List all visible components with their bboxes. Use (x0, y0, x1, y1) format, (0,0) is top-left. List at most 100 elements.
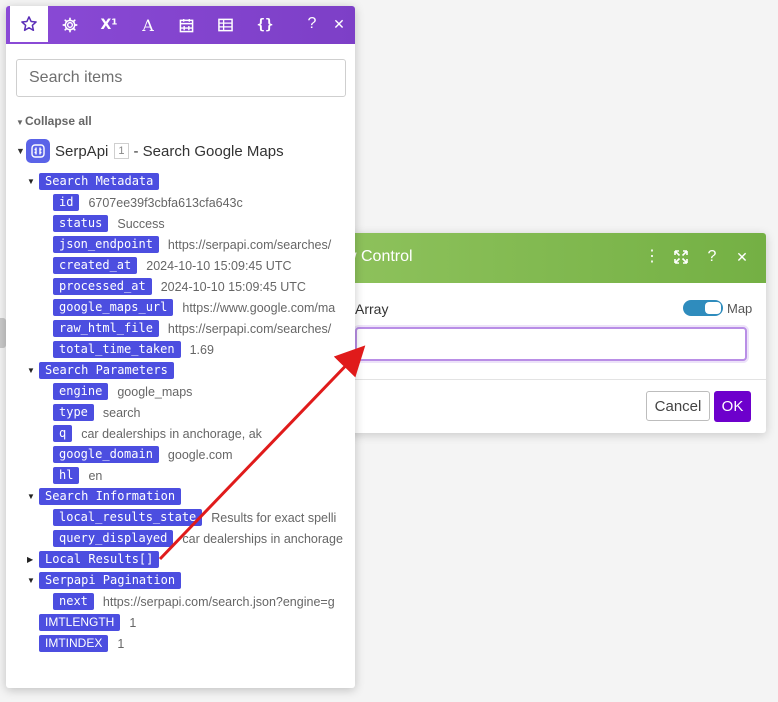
close-icon[interactable]: ✕ (329, 14, 349, 34)
item-key[interactable]: processed_at (53, 278, 152, 295)
group-label[interactable]: Search Parameters (39, 362, 174, 379)
item-key[interactable]: raw_html_file (53, 320, 159, 337)
list-item[interactable]: google_maps_url https://www.google.com/ma (53, 299, 339, 316)
item-value: car dealerships in anchorage (182, 531, 343, 546)
item-value: 1.69 (189, 342, 214, 357)
item-key[interactable]: local_results_state (53, 509, 203, 526)
item-value: 1 (117, 636, 125, 651)
help-icon[interactable]: ? (700, 245, 724, 269)
mapping-panel: X¹ A {} ? ✕ ▼Collapse all ▼ SerpApi 1 - … (6, 6, 355, 688)
list-item[interactable]: query_displayed car dealerships in anchor… (53, 530, 345, 547)
toggle-knob (705, 302, 721, 314)
item-value: 2024-10-10 15:09:45 UTC (160, 279, 306, 294)
serpapi-logo-icon (26, 139, 50, 163)
module-title: - Search Google Maps (133, 142, 284, 160)
item-value: google_maps (117, 384, 193, 399)
tab-text[interactable]: A (129, 6, 167, 44)
list-item[interactable]: id 6707ee39f3cbfa613cfa643c (53, 194, 243, 211)
item-value: 1 (129, 615, 137, 630)
search-input[interactable] (16, 59, 346, 97)
table-icon (217, 18, 233, 32)
list-item[interactable]: raw_html_file https://serpapi.com/searche… (53, 320, 344, 337)
collapse-all-label: Collapse all (25, 114, 92, 128)
tab-favorites[interactable] (10, 6, 48, 44)
list-item[interactable]: created_at 2024-10-10 15:09:45 UTC (53, 257, 291, 274)
item-key[interactable]: google_maps_url (53, 299, 174, 316)
module-name: SerpApi (55, 142, 109, 160)
list-item[interactable]: status Success (53, 215, 165, 232)
group-local-results[interactable]: ▶ Local Results[] (27, 551, 160, 568)
module-badge: 1 (114, 143, 129, 159)
array-field-label: Array (355, 301, 389, 317)
flow-control-dialog: w Control ⋮ ? ✕ Array Map Cancel OK (340, 233, 766, 433)
group-serpapi-pagination[interactable]: ▼ Serpapi Pagination (27, 572, 182, 589)
tab-general[interactable] (51, 6, 89, 44)
item-key[interactable]: hl (53, 467, 80, 484)
item-value: en (88, 468, 103, 483)
module-serpapi[interactable]: ▼ SerpApi 1 - Search Google Maps (16, 139, 284, 163)
list-item-imtlength[interactable]: IMTLENGTH 1 (39, 614, 136, 631)
item-value: https://www.google.com/ma (182, 300, 336, 315)
item-key[interactable]: google_domain (53, 446, 159, 463)
list-item[interactable]: total_time_taken 1.69 (53, 341, 214, 358)
calendar-icon (179, 18, 193, 32)
item-key[interactable]: status (53, 215, 109, 232)
list-item[interactable]: processed_at 2024-10-10 15:09:45 UTC (53, 278, 306, 295)
item-key[interactable]: total_time_taken (53, 341, 181, 358)
item-key[interactable]: next (53, 593, 94, 610)
item-key[interactable]: engine (53, 383, 109, 400)
tab-date[interactable] (167, 6, 205, 44)
collapse-all-link[interactable]: ▼Collapse all (16, 114, 92, 128)
array-input[interactable] (355, 327, 747, 361)
dialog-title: w Control (345, 248, 413, 265)
map-toggle[interactable] (683, 300, 723, 316)
item-value: Success (117, 216, 165, 231)
menu-icon[interactable]: ⋮ (640, 245, 664, 269)
group-label[interactable]: Search Metadata (39, 173, 160, 190)
item-value: car dealerships in anchorage, ak (81, 426, 262, 441)
item-value: search (102, 405, 141, 420)
group-search-metadata[interactable]: ▼ Search Metadata (27, 173, 160, 190)
item-key[interactable]: IMTINDEX (39, 635, 109, 652)
item-key[interactable]: IMTLENGTH (39, 614, 121, 631)
tab-functions[interactable]: {} (246, 6, 284, 44)
group-label[interactable]: Search Information (39, 488, 182, 505)
list-item[interactable]: q car dealerships in anchorage, ak (53, 425, 262, 442)
tab-math[interactable]: X¹ (90, 6, 128, 44)
group-search-information[interactable]: ▼ Search Information (27, 488, 182, 505)
caret-down-icon: ▼ (16, 118, 24, 127)
group-label[interactable]: Local Results[] (39, 551, 160, 568)
cancel-button[interactable]: Cancel (646, 391, 710, 421)
item-value: 6707ee39f3cbfa613cfa643c (88, 195, 243, 210)
caret-down-icon: ▼ (16, 146, 25, 156)
list-item[interactable]: hl en (53, 467, 102, 484)
help-icon[interactable]: ? (302, 14, 322, 34)
close-icon[interactable]: ✕ (730, 245, 754, 269)
list-item-imtindex[interactable]: IMTINDEX 1 (39, 635, 124, 652)
item-key[interactable]: q (53, 425, 73, 442)
item-key[interactable]: created_at (53, 257, 138, 274)
item-value: google.com (167, 447, 233, 462)
ok-button[interactable]: OK (714, 391, 751, 422)
caret-down-icon: ▼ (27, 576, 35, 585)
list-item[interactable]: engine google_maps (53, 383, 192, 400)
list-item[interactable]: local_results_state Results for exact spe… (53, 509, 346, 526)
group-label[interactable]: Serpapi Pagination (39, 572, 182, 589)
list-item[interactable]: json_endpoint https://serpapi.com/searche… (53, 236, 338, 253)
dialog-header: w Control ⋮ ? ✕ (340, 233, 766, 283)
list-item[interactable]: next https://serpapi.com/search.json?engi… (53, 593, 344, 610)
item-key[interactable]: type (53, 404, 94, 421)
expand-icon[interactable] (669, 245, 693, 269)
list-item[interactable]: google_domain google.com (53, 446, 233, 463)
item-key[interactable]: json_endpoint (53, 236, 159, 253)
item-value: https://serpapi.com/searches/ (167, 237, 332, 252)
group-search-parameters[interactable]: ▼ Search Parameters (27, 362, 174, 379)
item-key[interactable]: id (53, 194, 80, 211)
tab-array[interactable] (206, 6, 244, 44)
gear-icon (62, 17, 78, 33)
star-icon (21, 16, 37, 32)
panel-tab-bar: X¹ A {} ? ✕ (6, 6, 355, 44)
list-item[interactable]: type search (53, 404, 140, 421)
item-key[interactable]: query_displayed (53, 530, 174, 547)
map-toggle-label: Map (727, 301, 753, 316)
